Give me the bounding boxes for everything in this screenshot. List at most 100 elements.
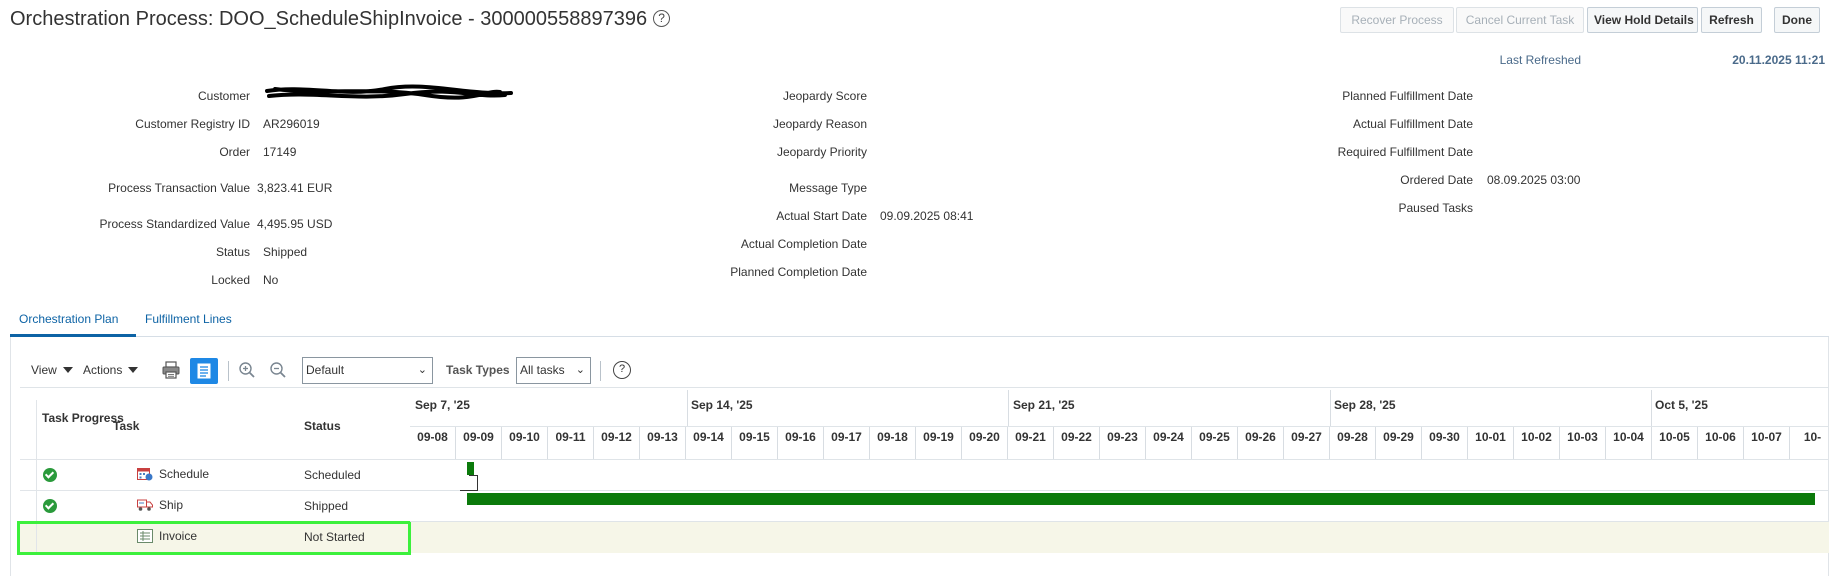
- gantt-day-label: 09-29: [1383, 430, 1414, 444]
- task-types-select[interactable]: All tasks ⌄: [516, 357, 591, 384]
- gantt-day-label: 10-: [1803, 430, 1822, 444]
- actual-completion-date-label: Actual Completion Date: [740, 237, 867, 251]
- gantt-day-label: 10-03: [1567, 430, 1598, 444]
- gantt-day-label: 09-28: [1337, 430, 1368, 444]
- gantt-bar-ship[interactable]: [467, 493, 1815, 505]
- completed-check-icon: [43, 499, 57, 513]
- refresh-button[interactable]: Refresh: [1701, 7, 1762, 33]
- process-transaction-value-label: Process Transaction Value: [108, 181, 250, 195]
- gantt-day-label: 09-26: [1245, 430, 1276, 444]
- invoice-row-highlight: [17, 521, 411, 555]
- cancel-current-task-button[interactable]: Cancel Current Task: [1456, 7, 1584, 33]
- process-standardized-value-label: Process Standardized Value: [99, 217, 250, 231]
- customer-registry-value: AR296019: [263, 117, 320, 131]
- gantt-day-label: 09-22: [1061, 430, 1092, 444]
- print-icon[interactable]: [162, 361, 180, 379]
- gantt-day-label: 09-21: [1015, 430, 1046, 444]
- week-separator: [1651, 390, 1652, 426]
- view-menu[interactable]: View: [31, 363, 73, 377]
- gantt-day-label: 09-08: [417, 430, 448, 444]
- task-types-label: Task Types: [446, 363, 510, 377]
- gantt-week-label: Oct 5, '25: [1655, 398, 1708, 412]
- chevron-down-icon: ⌄: [575, 364, 585, 376]
- locked-label: Locked: [211, 273, 250, 287]
- done-button[interactable]: Done: [1774, 7, 1820, 33]
- gantt-week-label: Sep 7, '25: [415, 398, 470, 412]
- gantt-day-label: 09-10: [509, 430, 540, 444]
- gantt-row-divider: [410, 490, 1829, 491]
- gantt-day-label: 10-06: [1705, 430, 1736, 444]
- gantt-day-label: 09-16: [785, 430, 816, 444]
- required-fulfillment-date-label: Required Fulfillment Date: [1337, 145, 1473, 159]
- week-separator: [687, 390, 688, 426]
- last-refreshed-value: 20.11.2025 11:21: [1732, 53, 1825, 67]
- gantt-day-label: 10-01: [1475, 430, 1506, 444]
- gantt-week-label: Sep 14, '25: [691, 398, 753, 412]
- gantt-bar-schedule[interactable]: [467, 462, 474, 475]
- gantt-day-label: 10-04: [1613, 430, 1644, 444]
- gantt-day-label: 10-05: [1659, 430, 1690, 444]
- jeopardy-score-label: Jeopardy Score: [782, 89, 867, 103]
- view-hold-details-button[interactable]: View Hold Details: [1587, 7, 1698, 33]
- task-name-schedule[interactable]: Schedule: [159, 467, 209, 481]
- jeopardy-priority-label: Jeopardy Priority: [776, 145, 867, 159]
- customer-label: Customer: [197, 89, 250, 103]
- column-header-task-progress[interactable]: Task Progress: [42, 411, 124, 425]
- zoom-in-icon[interactable]: [238, 361, 256, 379]
- status-value: Shipped: [263, 245, 308, 259]
- gantt-day-label: 09-20: [969, 430, 1000, 444]
- gantt-day-label: 10-02: [1521, 430, 1552, 444]
- task-types-value: All tasks: [520, 363, 565, 377]
- tab-orchestration-plan[interactable]: Orchestration Plan: [19, 312, 118, 326]
- column-header-task[interactable]: Task: [113, 419, 139, 433]
- gantt-day-label: 10-07: [1751, 430, 1782, 444]
- list-view-icon: [197, 363, 211, 379]
- actual-fulfillment-date-label: Actual Fulfillment Date: [1352, 117, 1473, 131]
- gantt-day-label: 09-15: [739, 430, 770, 444]
- gantt-help-icon[interactable]: ?: [613, 361, 631, 379]
- actual-start-date-label: Actual Start Date: [776, 209, 867, 223]
- zoom-out-icon[interactable]: [269, 361, 287, 379]
- locked-value: No: [263, 273, 279, 287]
- planned-fulfillment-date-label: Planned Fulfillment Date: [1342, 89, 1473, 103]
- chevron-down-icon: [128, 367, 139, 373]
- gantt-header-divider: [410, 426, 1829, 427]
- jeopardy-reason-label: Jeopardy Reason: [772, 117, 867, 131]
- dependency-connector: [469, 475, 478, 491]
- gantt-day-label: 09-24: [1153, 430, 1184, 444]
- zoom-level-select[interactable]: Default ⌄: [302, 357, 433, 384]
- process-transaction-value: 3,823.41 EUR: [257, 181, 333, 195]
- dependency-connector: [460, 490, 478, 491]
- gantt-day-label: 09-27: [1291, 430, 1322, 444]
- gantt-day-label: 09-19: [923, 430, 954, 444]
- planned-completion-date-label: Planned Completion Date: [730, 265, 867, 279]
- gantt-week-label: Sep 21, '25: [1013, 398, 1075, 412]
- paused-tasks-label: Paused Tasks: [1398, 201, 1474, 215]
- toolbar-separator: [600, 361, 601, 381]
- gantt-day-label: 09-12: [601, 430, 632, 444]
- toolbar-separator: [228, 361, 229, 381]
- chevron-down-icon: [62, 367, 73, 373]
- gantt-day-label: 09-13: [647, 430, 678, 444]
- detach-table-button[interactable]: [190, 358, 218, 384]
- tab-fulfillment-lines[interactable]: Fulfillment Lines: [145, 312, 232, 326]
- ordered-date-label: Ordered Date: [1400, 173, 1473, 187]
- ordered-date-value: 08.09.2025 03:00: [1487, 173, 1581, 187]
- customer-registry-label: Customer Registry ID: [135, 117, 250, 131]
- column-header-status[interactable]: Status: [304, 419, 341, 433]
- recover-process-button[interactable]: Recover Process: [1340, 7, 1454, 33]
- gantt-day-label: 09-17: [831, 430, 862, 444]
- week-separator: [1330, 390, 1331, 426]
- actions-menu[interactable]: Actions: [83, 363, 139, 377]
- gantt-day-label: 09-09: [463, 430, 494, 444]
- row-divider: [20, 490, 410, 491]
- order-value: 17149: [263, 145, 297, 159]
- process-standardized-value: 4,495.95 USD: [257, 217, 333, 231]
- task-status-schedule: Scheduled: [304, 468, 361, 482]
- zoom-level-value: Default: [306, 363, 345, 377]
- task-name-ship[interactable]: Ship: [159, 498, 183, 512]
- gantt-day-label: 09-30: [1429, 430, 1460, 444]
- help-icon[interactable]: ?: [653, 10, 671, 27]
- task-status-ship: Shipped: [304, 499, 349, 513]
- gantt-header-divider: [410, 459, 1829, 460]
